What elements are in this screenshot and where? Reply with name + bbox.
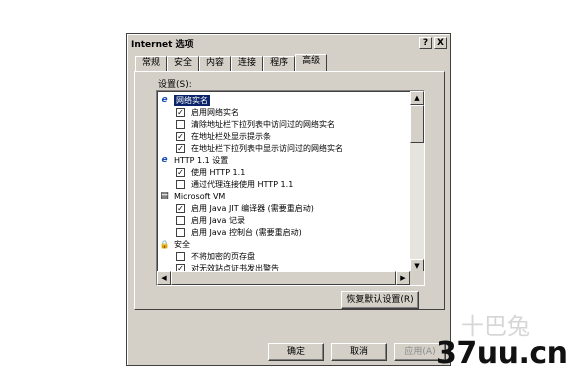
settings-item-label: Microsoft VM	[174, 191, 226, 201]
settings-checkbox-item[interactable]: 通过代理连接使用 HTTP 1.1	[159, 178, 409, 190]
tab-connections[interactable]: 连接	[231, 56, 264, 71]
checkbox[interactable]	[176, 251, 185, 261]
window-title: Internet 选项	[131, 40, 194, 50]
settings-item-label: 在地址栏下拉列表中显示访问过的网络实名	[191, 143, 343, 153]
ie-icon: e	[161, 154, 168, 165]
settings-item-label: 不将加密的页存盘	[191, 251, 255, 261]
settings-category[interactable]: e HTTP 1.1 设置	[159, 154, 409, 166]
settings-item-label: 启用 Java JIT 编译器 (需要重启动)	[191, 203, 314, 213]
settings-checkbox-item[interactable]: 启用 Java 记录	[159, 214, 409, 226]
settings-item-label: 使用 HTTP 1.1	[191, 167, 246, 177]
horizontal-scroll-thumb[interactable]	[171, 271, 396, 285]
checkbox[interactable]: ✓	[176, 167, 185, 177]
settings-item-label: 在地址栏处显示提示条	[191, 131, 271, 141]
settings-checkbox-item[interactable]: ✓ 启用 Java JIT 编译器 (需要重启动)	[159, 202, 409, 214]
scroll-left-button[interactable]: ◀	[157, 271, 171, 285]
settings-checkbox-item[interactable]: 启用 Java 控制台 (需要重启动)	[159, 226, 409, 238]
lock-icon: 🔒	[159, 239, 170, 249]
settings-checkbox-item[interactable]: ✓ 启用网络实名	[159, 106, 409, 118]
settings-item-label: 启用 Java 控制台 (需要重启动)	[191, 227, 302, 237]
checkbox[interactable]: ✓	[176, 203, 185, 213]
checkbox[interactable]	[176, 227, 185, 237]
ie-icon: e	[161, 94, 168, 105]
scroll-right-button[interactable]: ▶	[396, 271, 410, 285]
settings-listbox[interactable]: e 网络实名 ✓ 启用网络实名 清除地址栏下拉列表中访问过的网络实名 ✓ 在地址栏处显示提示…	[156, 90, 425, 286]
watermark-site-text: 37uu.cn	[436, 336, 568, 371]
settings-item-label: 通过代理连接使用 HTTP 1.1	[191, 179, 294, 189]
settings-label: 设置(S):	[158, 80, 192, 90]
settings-item-label: 网络实名	[174, 94, 210, 106]
horizontal-scrollbar[interactable]: ◀ ▶	[157, 271, 410, 285]
tab-strip: 常规 安全 内容 连接 程序 高级	[135, 54, 328, 71]
settings-checkbox-item[interactable]: 清除地址栏下拉列表中访问过的网络实名	[159, 118, 409, 130]
settings-category[interactable]: e 网络实名	[159, 94, 409, 106]
restore-defaults-button[interactable]: 恢复默认设置(R)	[341, 291, 419, 309]
vertical-scrollbar[interactable]: ▲ ▼	[410, 91, 424, 273]
settings-checkbox-item[interactable]: ✓ 在地址栏处显示提示条	[159, 130, 409, 142]
settings-category[interactable]: ▤ Microsoft VM	[159, 190, 409, 202]
checkbox[interactable]: ✓	[176, 143, 185, 153]
close-button[interactable]: X	[434, 37, 447, 49]
tab-general[interactable]: 常规	[135, 56, 168, 71]
tab-advanced[interactable]: 高级	[295, 54, 328, 71]
title-bar[interactable]: Internet 选项 ? X	[129, 36, 448, 51]
vertical-scroll-thumb[interactable]	[410, 105, 424, 143]
settings-item-label: 清除地址栏下拉列表中访问过的网络实名	[191, 119, 335, 129]
settings-item-label: 安全	[174, 239, 190, 249]
settings-item-label: 启用网络实名	[191, 107, 239, 117]
document-icon: ▤	[160, 190, 169, 201]
tab-content[interactable]: 内容	[199, 56, 232, 71]
checkbox[interactable]: ✓	[176, 131, 185, 141]
cancel-button[interactable]: 取消	[331, 343, 387, 361]
checkbox[interactable]	[176, 215, 185, 225]
settings-checkbox-item[interactable]: ✓ 在地址栏下拉列表中显示访问过的网络实名	[159, 142, 409, 154]
tab-programs[interactable]: 程序	[263, 56, 296, 71]
checkbox[interactable]	[176, 119, 185, 129]
help-button[interactable]: ?	[419, 37, 432, 49]
ok-button[interactable]: 确定	[268, 343, 324, 361]
settings-item-label: HTTP 1.1 设置	[174, 155, 229, 165]
settings-checkbox-item[interactable]: 不将加密的页存盘	[159, 250, 409, 262]
settings-list: e 网络实名 ✓ 启用网络实名 清除地址栏下拉列表中访问过的网络实名 ✓ 在地址栏处显示提示…	[159, 94, 409, 274]
scroll-corner	[410, 271, 424, 285]
settings-item-label: 启用 Java 记录	[191, 215, 245, 225]
scroll-up-button[interactable]: ▲	[410, 91, 424, 105]
settings-category[interactable]: 🔒 安全	[159, 238, 409, 250]
tab-security[interactable]: 安全	[167, 56, 200, 71]
checkbox[interactable]: ✓	[176, 107, 185, 117]
settings-checkbox-item[interactable]: ✓ 使用 HTTP 1.1	[159, 166, 409, 178]
checkbox[interactable]	[176, 179, 185, 189]
